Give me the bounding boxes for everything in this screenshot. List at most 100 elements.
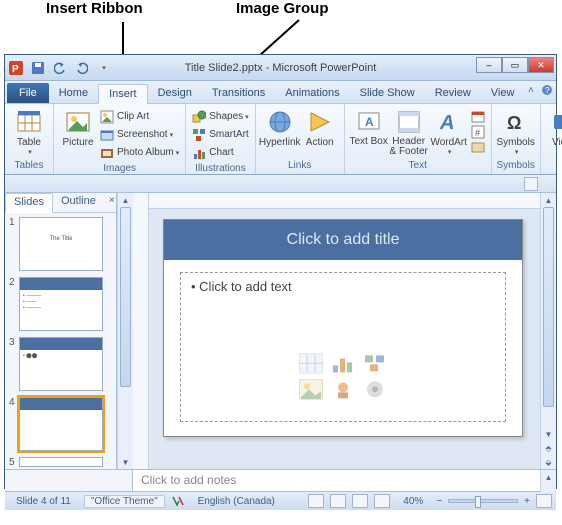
thumbnail-slide-5[interactable] (19, 457, 103, 467)
insert-picture-icon[interactable] (297, 378, 325, 400)
shapes-button[interactable]: Shapes (192, 108, 248, 125)
tab-design[interactable]: Design (148, 83, 202, 103)
group-text: A Text Box Header & Footer A WordArt # T… (345, 104, 492, 174)
video-button[interactable]: Video (545, 106, 562, 158)
group-images: Picture Clip Art Screenshot Photo Album … (54, 104, 186, 174)
slide-number-icon[interactable]: # (471, 125, 485, 139)
tab-insert[interactable]: Insert (98, 84, 148, 104)
file-tab[interactable]: File (7, 83, 49, 103)
photoalbum-button[interactable]: Photo Album (100, 144, 179, 161)
symbols-button[interactable]: Ω Symbols (496, 106, 536, 158)
group-label-tables: Tables (9, 160, 49, 174)
svg-text:#: # (475, 128, 480, 138)
insert-smartart-icon[interactable] (361, 352, 389, 374)
slide[interactable]: Click to add title • Click to add text (163, 219, 523, 437)
thumbnail-slide-3[interactable]: • ⬤⬤ (19, 337, 103, 391)
close-button[interactable]: ✕ (528, 57, 554, 73)
table-button[interactable]: Table (9, 106, 49, 158)
scroll-down-icon[interactable]: ▼ (541, 427, 556, 441)
table-label: Table (17, 137, 41, 148)
picture-icon (64, 108, 92, 136)
prev-slide-icon[interactable]: ⬘ (541, 441, 556, 455)
ruler-toggle[interactable] (524, 177, 538, 191)
tab-home[interactable]: Home (49, 83, 98, 103)
normal-view-button[interactable] (308, 494, 324, 508)
qat-dropdown-icon[interactable]: ▾ (96, 60, 112, 76)
hyperlink-button[interactable]: Hyperlink (260, 106, 300, 150)
svg-text:Ω: Ω (507, 113, 521, 133)
clipart-button[interactable]: Clip Art (100, 108, 179, 125)
slideshow-view-button[interactable] (374, 494, 390, 508)
insert-chart-icon[interactable] (329, 352, 357, 374)
sorter-view-button[interactable] (330, 494, 346, 508)
insert-clipart-icon[interactable] (329, 378, 357, 400)
insert-table-icon[interactable] (297, 352, 325, 374)
sidebar-tab-outline[interactable]: Outline (53, 193, 104, 212)
notes-scrollbar[interactable]: ▲ (540, 470, 556, 492)
tab-animations[interactable]: Animations (275, 83, 349, 103)
group-symbols: Ω Symbols Symbols (492, 104, 541, 174)
main-scrollbar[interactable]: ▲ ▼ ⬘ ⬙ (540, 193, 556, 469)
spellcheck-icon[interactable] (171, 495, 185, 507)
powerpoint-window: P ▾ Title Slide2.pptx - Microsoft PowerP… (4, 54, 557, 489)
wordart-button[interactable]: A WordArt (429, 106, 469, 158)
status-bar: Slide 4 of 11 "Office Theme" English (Ca… (5, 491, 556, 510)
group-label-links: Links (260, 160, 340, 174)
tab-review[interactable]: Review (425, 83, 481, 103)
scroll-up-icon[interactable]: ▲ (541, 193, 556, 207)
language-indicator[interactable]: English (Canada) (191, 495, 282, 508)
thumbnail-slide-1[interactable]: The Title (19, 217, 103, 271)
fit-window-button[interactable] (536, 494, 552, 508)
title-placeholder[interactable]: Click to add title (164, 220, 522, 260)
action-icon (306, 108, 334, 136)
wordart-icon: A (435, 108, 463, 136)
zoom-percent[interactable]: 40% (396, 495, 430, 508)
zoom-in-button[interactable]: + (524, 496, 530, 507)
textbox-button[interactable]: A Text Box (349, 106, 389, 149)
notes-placeholder[interactable]: Click to add notes (133, 470, 540, 491)
notes-pane[interactable]: Click to add notes ▲ (5, 469, 556, 491)
thumbnail-slide-2[interactable]: • ———• ——• ——— (19, 277, 103, 331)
help-icon[interactable]: ? (540, 83, 554, 97)
zoom-out-button[interactable]: − (436, 496, 442, 507)
headerfooter-label: Header & Footer (389, 137, 429, 157)
video-icon (551, 108, 562, 136)
screenshot-button[interactable]: Screenshot (100, 126, 179, 143)
sidebar-tab-slides[interactable]: Slides (5, 193, 53, 213)
photoalbum-icon (100, 146, 114, 160)
content-placeholder[interactable]: • Click to add text (180, 272, 506, 422)
insert-media-icon[interactable] (361, 378, 389, 400)
reading-view-button[interactable] (352, 494, 368, 508)
vertical-ruler (133, 193, 149, 469)
diagram-annotations: Insert Ribbon Image Group (0, 0, 562, 54)
scroll-up-icon[interactable]: ▲ (118, 193, 133, 207)
redo-icon[interactable] (74, 60, 90, 76)
date-time-icon[interactable] (471, 110, 485, 124)
headerfooter-button[interactable]: Header & Footer (389, 106, 429, 159)
save-icon[interactable] (30, 60, 46, 76)
tab-view[interactable]: View (481, 83, 525, 103)
annotation-image-group: Image Group (236, 0, 329, 17)
titlebar: P ▾ Title Slide2.pptx - Microsoft PowerP… (5, 55, 556, 81)
window-title: Title Slide2.pptx - Microsoft PowerPoint (185, 62, 377, 74)
maximize-button[interactable]: ▭ (502, 57, 528, 73)
tab-slideshow[interactable]: Slide Show (350, 83, 425, 103)
chart-button[interactable]: Chart (192, 144, 248, 161)
theme-indicator[interactable]: "Office Theme" (84, 495, 165, 508)
smartart-button[interactable]: SmartArt (192, 126, 248, 143)
action-button[interactable]: Action (300, 106, 340, 150)
scroll-down-icon[interactable]: ▼ (118, 455, 133, 469)
undo-icon[interactable] (52, 60, 68, 76)
next-slide-icon[interactable]: ⬙ (541, 455, 556, 469)
minimize-ribbon-icon[interactable]: ˄ (524, 83, 538, 97)
slide-canvas[interactable]: Click to add title • Click to add text (149, 209, 540, 469)
group-label-symbols: Symbols (496, 160, 536, 174)
object-icon[interactable] (471, 140, 485, 154)
zoom-slider[interactable] (448, 499, 518, 503)
thumbnail-slide-4[interactable] (19, 397, 103, 451)
minimize-button[interactable]: – (476, 57, 502, 73)
sidebar-scrollbar[interactable]: ▲ ▼ (117, 193, 133, 469)
slides-panel: Slides Outline × 1The Title 2• ———• ——• … (5, 193, 117, 469)
tab-transitions[interactable]: Transitions (202, 83, 275, 103)
picture-button[interactable]: Picture (58, 106, 98, 150)
